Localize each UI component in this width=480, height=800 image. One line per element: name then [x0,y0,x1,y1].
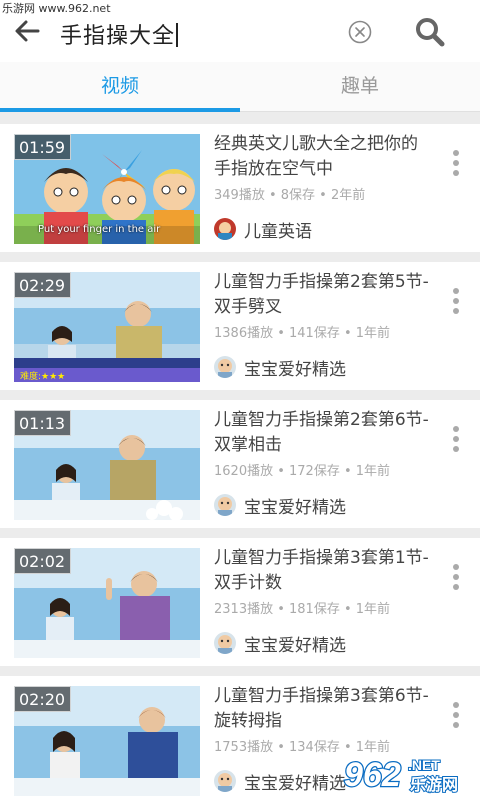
video-card[interactable]: 01:13 儿童智力手指操第2套第6节-双掌相击 1620播放 • 172保存 … [0,400,480,528]
watermark-text: 乐游网 www.962.net [2,2,111,15]
more-options-icon[interactable] [446,564,466,604]
channel-name[interactable]: 宝宝爱好精选 [244,631,346,656]
duration-badge: 01:59 [14,134,72,160]
search-query: 手指操大全 [60,24,176,49]
channel-name[interactable]: 宝宝爱好精选 [244,769,346,794]
channel-avatar[interactable] [214,218,236,240]
video-thumbnail[interactable]: 难度:★★★ 02:29 [14,272,200,382]
video-thumbnail[interactable]: 02:20 [14,686,200,796]
video-title[interactable]: 经典英文儿歌大全之把你的手指放在空气中 [214,132,434,182]
video-card[interactable]: Put your finger in the air 01:59 经典英文儿歌大… [0,124,480,252]
search-icon[interactable] [414,16,446,48]
video-title[interactable]: 儿童智力手指操第3套第6节-旋转拇指 [214,684,434,734]
channel-avatar[interactable] [214,770,236,792]
watermark-logo-main: 962 [344,756,401,794]
video-stats: 1620播放 • 172保存 • 1年前 [214,464,391,479]
channel-name[interactable]: 宝宝爱好精选 [244,355,346,380]
tab-videos[interactable]: 视频 [0,62,240,112]
thumbnail-subtitle: 难度:★★★ [20,372,66,382]
tab-playlists[interactable]: 趣单 [240,62,480,112]
watermark-logo-suffix: .NET [408,757,440,773]
duration-badge: 02:02 [14,548,72,574]
watermark-logo: 962 .NET 乐游网 [343,755,459,796]
text-cursor [176,23,179,47]
video-stats: 1386播放 • 141保存 • 1年前 [214,326,391,341]
video-title[interactable]: 儿童智力手指操第2套第5节-双手劈叉 [214,270,434,320]
watermark-logo-sub: 乐游网 [410,775,458,794]
video-stats: 2313播放 • 181保存 • 1年前 [214,602,391,617]
active-tab-indicator [0,108,240,112]
tab-bar: 视频 趣单 [0,62,480,112]
thumbnail-subtitle: Put your finger in the air [38,224,161,235]
more-options-icon[interactable] [446,426,466,466]
more-options-icon[interactable] [446,150,466,190]
video-title[interactable]: 儿童智力手指操第3套第1节-双手计数 [214,546,434,596]
channel-avatar[interactable] [214,494,236,516]
video-title[interactable]: 儿童智力手指操第2套第6节-双掌相击 [214,408,434,458]
search-input[interactable]: 手指操大全 [60,18,179,50]
channel-name[interactable]: 宝宝爱好精选 [244,493,346,518]
video-thumbnail[interactable]: Put your finger in the air 01:59 [14,134,200,244]
channel-avatar[interactable] [214,356,236,378]
channel-avatar[interactable] [214,632,236,654]
video-thumbnail[interactable]: 01:13 [14,410,200,520]
video-thumbnail[interactable]: 02:02 [14,548,200,658]
channel-name[interactable]: 儿童英语 [244,217,312,242]
back-arrow-icon[interactable] [12,16,42,46]
more-options-icon[interactable] [446,702,466,742]
duration-badge: 01:13 [14,410,72,436]
more-options-icon[interactable] [446,288,466,328]
duration-badge: 02:20 [14,686,72,712]
clear-icon[interactable] [348,20,372,44]
video-card[interactable]: 难度:★★★ 02:29 儿童智力手指操第2套第5节-双手劈叉 1386播放 •… [0,262,480,390]
duration-badge: 02:29 [14,272,72,298]
video-stats: 349播放 • 8保存 • 2年前 [214,188,366,203]
video-card[interactable]: 02:02 儿童智力手指操第3套第1节-双手计数 2313播放 • 181保存 … [0,538,480,666]
